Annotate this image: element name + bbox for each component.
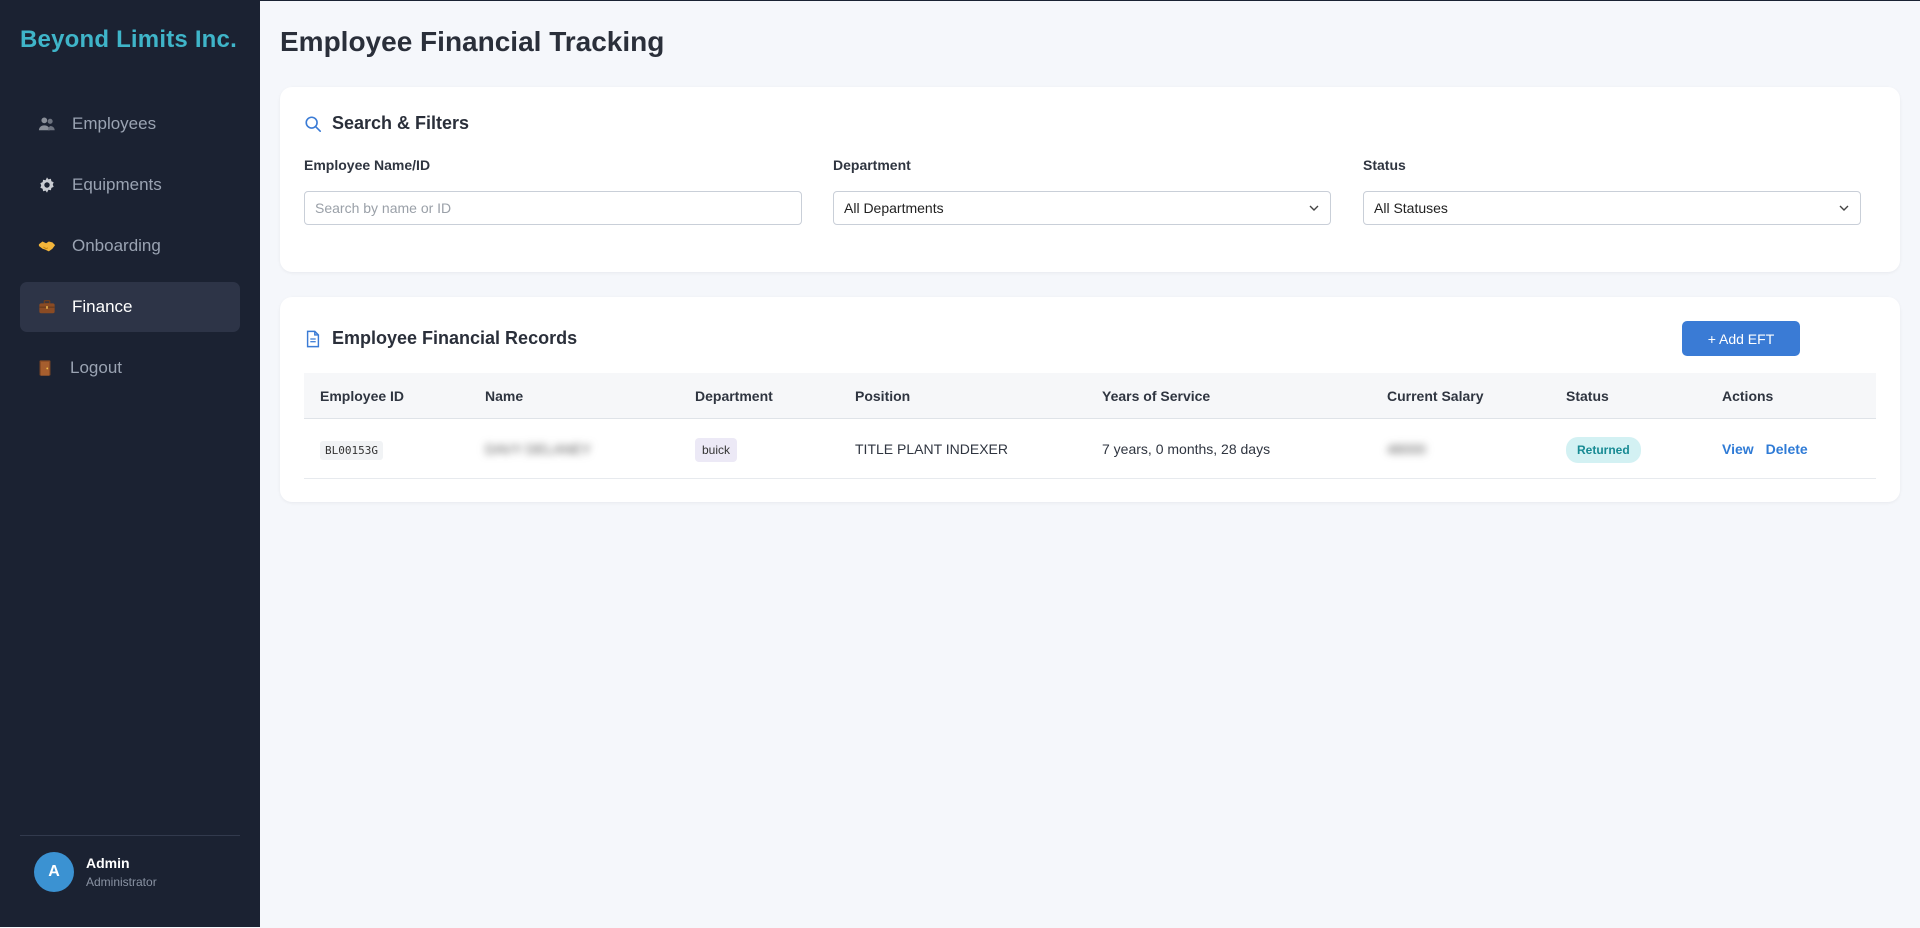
sidebar-item-equipments[interactable]: Equipments [20, 160, 240, 210]
user-role: Administrator [86, 875, 157, 889]
filters-header: Search & Filters [304, 113, 469, 134]
sidebar-item-label: Finance [72, 297, 133, 316]
cell-actions: View Delete [1722, 441, 1820, 457]
sidebar-item-label: Logout [70, 358, 122, 377]
search-icon [304, 115, 322, 133]
people-icon [38, 115, 56, 133]
col-header-years-of-service: Years of Service [1102, 387, 1211, 404]
department-select[interactable]: All Departments [833, 191, 1331, 225]
sidebar-item-employees[interactable]: Employees [20, 99, 240, 149]
filters-title: Search & Filters [332, 113, 470, 133]
col-header-name: Name [485, 387, 524, 404]
document-icon [304, 330, 322, 348]
avatar: A [34, 852, 74, 892]
cell-current-salary: 48000 [1387, 440, 1426, 457]
col-header-status: Status [1566, 387, 1609, 404]
cell-position: TITLE PLANT INDEXER [855, 440, 1009, 457]
department-tag: buick [695, 437, 738, 462]
cell-name: DAVY DELANEY [485, 440, 592, 457]
sidebar-item-label: Equipments [72, 175, 162, 194]
col-header-current-salary: Current Salary [1387, 387, 1484, 404]
sidebar-item-label: Onboarding [72, 236, 161, 255]
status-badge: Returned [1566, 436, 1641, 463]
records-card: Employee Financial Records + Add EFT Emp… [280, 297, 1900, 502]
col-header-position: Position [855, 387, 911, 404]
status-select[interactable]: All Statuses [1363, 191, 1861, 225]
delete-link[interactable]: Delete [1766, 441, 1808, 457]
brand-logo-text: Beyond Limits Inc. [20, 26, 237, 53]
handshake-icon [38, 237, 56, 255]
cell-years-of-service: 7 years, 0 months, 28 days [1102, 440, 1271, 457]
page-title: Employee Financial Tracking [280, 26, 665, 57]
search-input[interactable]: Search by name or ID [304, 191, 802, 225]
briefcase-icon [38, 298, 56, 316]
main-content: Employee Financial Tracking Search & Fil… [260, 0, 1920, 928]
cell-employee-id: BL00153G [320, 440, 383, 460]
chevron-down-icon [1838, 202, 1850, 214]
table-row: BL00153G DAVY DELANEY buick TITLE PLANT … [304, 419, 1876, 479]
records-table: Employee ID Name Department Position Yea… [304, 373, 1876, 479]
filter-status: Status All Statuses [1363, 157, 1861, 225]
cell-department: buick [695, 437, 738, 462]
filters-card: Search & Filters Employee Name/ID Search… [280, 87, 1900, 272]
filter-status-label: Status [1363, 157, 1406, 173]
sidebar-item-logout[interactable]: Logout [20, 343, 240, 393]
status-select-value: All Statuses [1374, 200, 1448, 216]
filter-department: Department All Departments [833, 157, 1331, 225]
user-profile[interactable]: A Admin Administrator [34, 852, 157, 892]
filter-department-label: Department [833, 157, 911, 173]
table-header: Employee ID Name Department Position Yea… [304, 373, 1876, 419]
cell-status: Returned [1566, 436, 1641, 463]
filter-name-label: Employee Name/ID [304, 157, 431, 173]
col-header-actions: Actions [1722, 387, 1774, 404]
door-icon [36, 359, 54, 377]
add-eft-button[interactable]: + Add EFT [1682, 321, 1800, 356]
sidebar-item-label: Employees [72, 114, 157, 133]
user-name: Admin [86, 855, 130, 871]
view-link[interactable]: View [1722, 441, 1754, 457]
sidebar-nav: Employees Equipments Onboarding Finance … [20, 99, 240, 404]
sidebar-item-finance[interactable]: Finance [20, 282, 240, 332]
sidebar-divider [20, 835, 240, 836]
gear-icon [38, 176, 56, 194]
chevron-down-icon [1308, 202, 1320, 214]
sidebar-item-onboarding[interactable]: Onboarding [20, 221, 240, 271]
filter-name: Employee Name/ID Search by name or ID [304, 157, 802, 225]
records-header: Employee Financial Records [304, 328, 577, 349]
sidebar: Beyond Limits Inc. Employees Equipments … [0, 0, 260, 927]
records-title: Employee Financial Records [332, 328, 578, 348]
col-header-employee-id: Employee ID [320, 387, 405, 404]
department-select-value: All Departments [844, 200, 944, 216]
employee-id-code: BL00153G [320, 440, 383, 460]
col-header-department: Department [695, 387, 773, 404]
user-meta: Admin Administrator [86, 855, 157, 889]
